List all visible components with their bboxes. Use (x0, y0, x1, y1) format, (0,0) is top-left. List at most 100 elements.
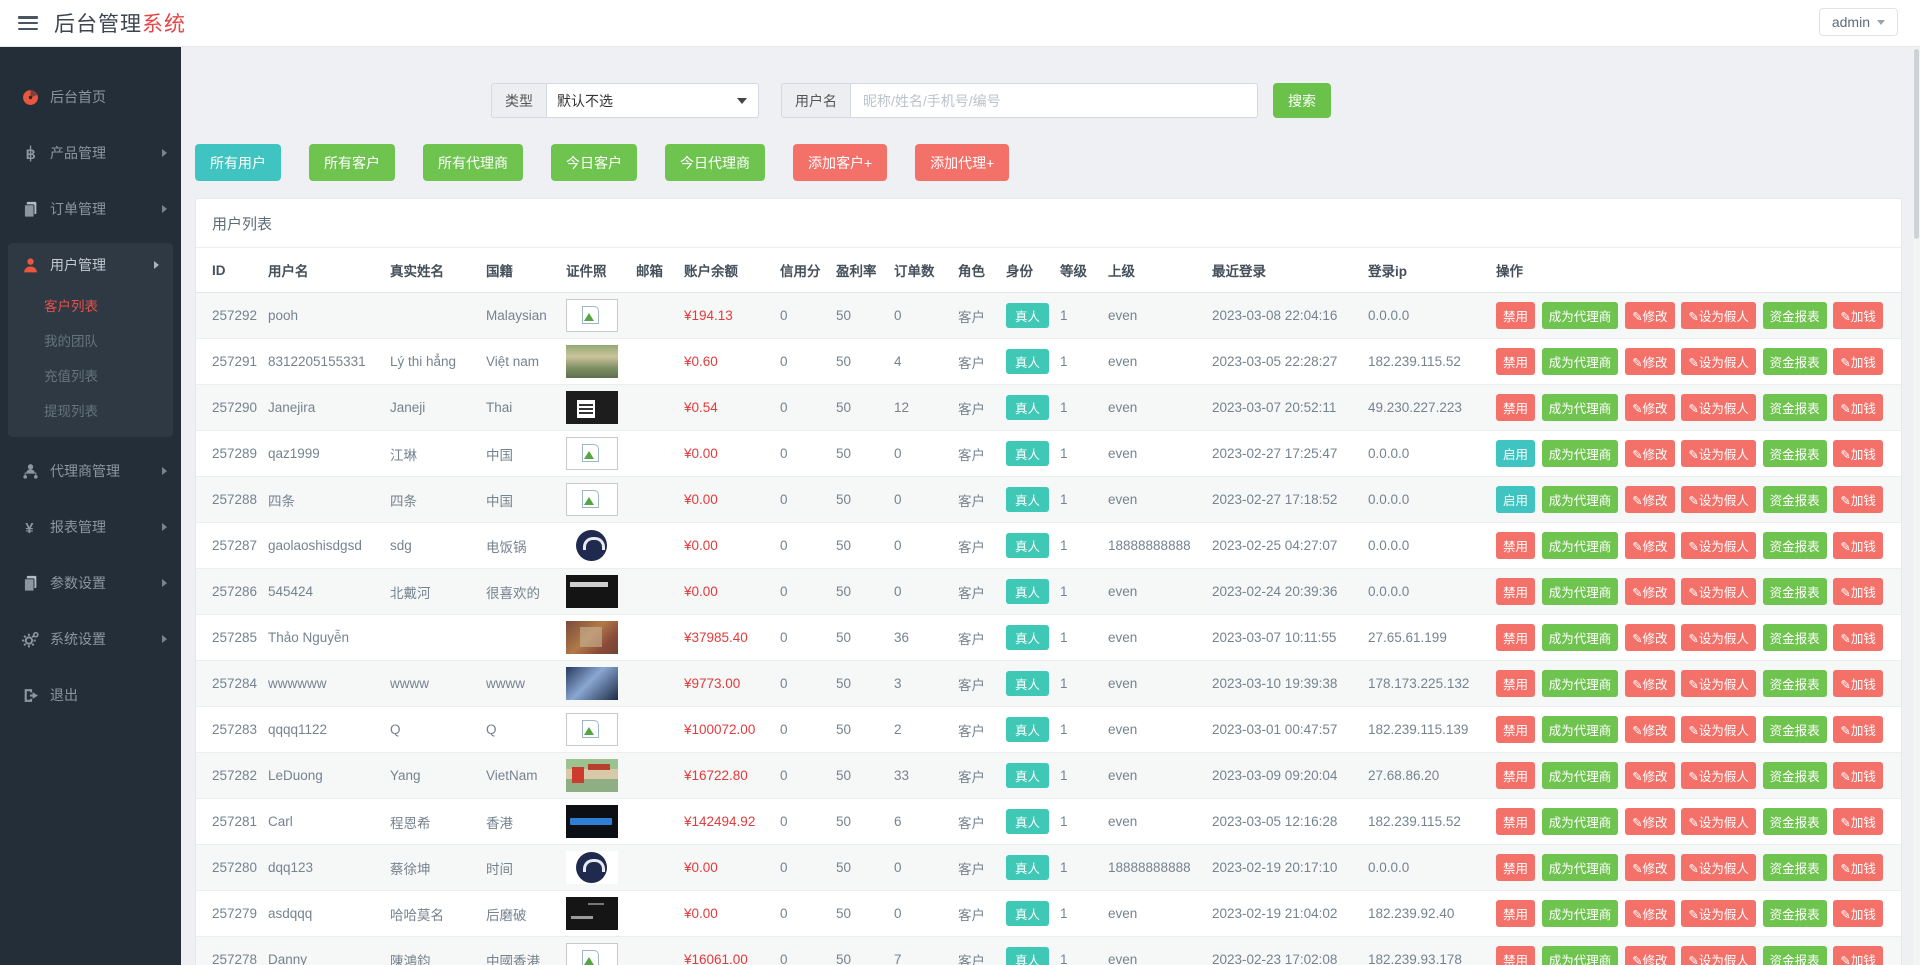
add-money-button[interactable]: 加钱 (1833, 394, 1883, 421)
set-fake-button[interactable]: 设为假人 (1681, 394, 1756, 421)
set-fake-button[interactable]: 设为假人 (1681, 716, 1756, 743)
sidebar-item-dashboard[interactable]: 后台首页 (0, 75, 181, 119)
fund-report-button[interactable]: 资金报表 (1763, 302, 1827, 329)
edit-button[interactable]: 修改 (1625, 808, 1675, 835)
edit-button[interactable]: 修改 (1625, 716, 1675, 743)
toggle-status-button[interactable]: 禁用 (1496, 808, 1535, 835)
become-agent-button[interactable]: 成为代理商 (1542, 762, 1619, 789)
fund-report-button[interactable]: 资金报表 (1763, 946, 1827, 965)
today-customers-button[interactable]: 今日客户 (551, 144, 637, 181)
scrollbar-thumb[interactable] (1914, 49, 1919, 239)
become-agent-button[interactable]: 成为代理商 (1542, 900, 1619, 927)
edit-button[interactable]: 修改 (1625, 440, 1675, 467)
toggle-status-button[interactable]: 禁用 (1496, 302, 1535, 329)
all-agents-button[interactable]: 所有代理商 (423, 144, 523, 181)
today-agents-button[interactable]: 今日代理商 (665, 144, 765, 181)
fund-report-button[interactable]: 资金报表 (1763, 348, 1827, 375)
edit-button[interactable]: 修改 (1625, 762, 1675, 789)
set-fake-button[interactable]: 设为假人 (1681, 946, 1756, 965)
edit-button[interactable]: 修改 (1625, 946, 1675, 965)
sidebar-item-products[interactable]: B 产品管理 (0, 131, 181, 175)
add-money-button[interactable]: 加钱 (1833, 900, 1883, 927)
toggle-status-button[interactable]: 禁用 (1496, 854, 1535, 881)
set-fake-button[interactable]: 设为假人 (1681, 348, 1756, 375)
fund-report-button[interactable]: 资金报表 (1763, 670, 1827, 697)
fund-report-button[interactable]: 资金报表 (1763, 854, 1827, 881)
toggle-status-button[interactable]: 禁用 (1496, 900, 1535, 927)
sidebar-item-customer-list[interactable]: 客户列表 (8, 289, 173, 324)
add-money-button[interactable]: 加钱 (1833, 486, 1883, 513)
fund-report-button[interactable]: 资金报表 (1763, 532, 1827, 559)
become-agent-button[interactable]: 成为代理商 (1542, 486, 1619, 513)
add-money-button[interactable]: 加钱 (1833, 854, 1883, 881)
add-money-button[interactable]: 加钱 (1833, 440, 1883, 467)
set-fake-button[interactable]: 设为假人 (1681, 624, 1756, 651)
become-agent-button[interactable]: 成为代理商 (1542, 854, 1619, 881)
set-fake-button[interactable]: 设为假人 (1681, 900, 1756, 927)
edit-button[interactable]: 修改 (1625, 348, 1675, 375)
edit-button[interactable]: 修改 (1625, 394, 1675, 421)
add-money-button[interactable]: 加钱 (1833, 946, 1883, 965)
toggle-status-button[interactable]: 启用 (1496, 440, 1535, 467)
edit-button[interactable]: 修改 (1625, 670, 1675, 697)
set-fake-button[interactable]: 设为假人 (1681, 762, 1756, 789)
toggle-status-button[interactable]: 禁用 (1496, 532, 1535, 559)
edit-button[interactable]: 修改 (1625, 578, 1675, 605)
set-fake-button[interactable]: 设为假人 (1681, 486, 1756, 513)
add-customer-button[interactable]: 添加客户+ (793, 144, 887, 181)
toggle-status-button[interactable]: 禁用 (1496, 348, 1535, 375)
add-money-button[interactable]: 加钱 (1833, 624, 1883, 651)
set-fake-button[interactable]: 设为假人 (1681, 440, 1756, 467)
become-agent-button[interactable]: 成为代理商 (1542, 808, 1619, 835)
add-money-button[interactable]: 加钱 (1833, 808, 1883, 835)
username-search-input[interactable] (850, 83, 1258, 118)
add-money-button[interactable]: 加钱 (1833, 716, 1883, 743)
become-agent-button[interactable]: 成为代理商 (1542, 394, 1619, 421)
sidebar-item-users[interactable]: 用户管理 (8, 243, 173, 287)
menu-toggle-icon[interactable] (18, 16, 38, 30)
fund-report-button[interactable]: 资金报表 (1763, 808, 1827, 835)
edit-button[interactable]: 修改 (1625, 624, 1675, 651)
toggle-status-button[interactable]: 禁用 (1496, 946, 1535, 965)
set-fake-button[interactable]: 设为假人 (1681, 808, 1756, 835)
toggle-status-button[interactable]: 禁用 (1496, 716, 1535, 743)
user-menu[interactable]: admin (1819, 8, 1898, 36)
edit-button[interactable]: 修改 (1625, 302, 1675, 329)
toggle-status-button[interactable]: 禁用 (1496, 578, 1535, 605)
toggle-status-button[interactable]: 启用 (1496, 486, 1535, 513)
toggle-status-button[interactable]: 禁用 (1496, 762, 1535, 789)
sidebar-item-params[interactable]: 参数设置 (0, 561, 181, 605)
become-agent-button[interactable]: 成为代理商 (1542, 532, 1619, 559)
set-fake-button[interactable]: 设为假人 (1681, 578, 1756, 605)
sidebar-item-reports[interactable]: ¥ 报表管理 (0, 505, 181, 549)
set-fake-button[interactable]: 设为假人 (1681, 302, 1756, 329)
sidebar-item-orders[interactable]: 订单管理 (0, 187, 181, 231)
add-money-button[interactable]: 加钱 (1833, 670, 1883, 697)
add-money-button[interactable]: 加钱 (1833, 532, 1883, 559)
add-money-button[interactable]: 加钱 (1833, 348, 1883, 375)
fund-report-button[interactable]: 资金报表 (1763, 762, 1827, 789)
type-select[interactable]: 默认不选 (546, 83, 759, 118)
add-money-button[interactable]: 加钱 (1833, 762, 1883, 789)
edit-button[interactable]: 修改 (1625, 532, 1675, 559)
all-customers-button[interactable]: 所有客户 (309, 144, 395, 181)
vertical-scrollbar[interactable] (1913, 47, 1920, 965)
add-money-button[interactable]: 加钱 (1833, 302, 1883, 329)
become-agent-button[interactable]: 成为代理商 (1542, 670, 1619, 697)
fund-report-button[interactable]: 资金报表 (1763, 440, 1827, 467)
edit-button[interactable]: 修改 (1625, 900, 1675, 927)
become-agent-button[interactable]: 成为代理商 (1542, 440, 1619, 467)
fund-report-button[interactable]: 资金报表 (1763, 624, 1827, 651)
become-agent-button[interactable]: 成为代理商 (1542, 348, 1619, 375)
sidebar-item-logout[interactable]: 退出 (0, 673, 181, 717)
fund-report-button[interactable]: 资金报表 (1763, 716, 1827, 743)
search-button[interactable]: 搜索 (1273, 83, 1331, 118)
become-agent-button[interactable]: 成为代理商 (1542, 946, 1619, 965)
sidebar-item-recharge-list[interactable]: 充值列表 (8, 359, 173, 394)
toggle-status-button[interactable]: 禁用 (1496, 670, 1535, 697)
become-agent-button[interactable]: 成为代理商 (1542, 624, 1619, 651)
sidebar-item-system[interactable]: 系统设置 (0, 617, 181, 661)
fund-report-button[interactable]: 资金报表 (1763, 486, 1827, 513)
toggle-status-button[interactable]: 禁用 (1496, 394, 1535, 421)
sidebar-item-my-team[interactable]: 我的团队 (8, 324, 173, 359)
